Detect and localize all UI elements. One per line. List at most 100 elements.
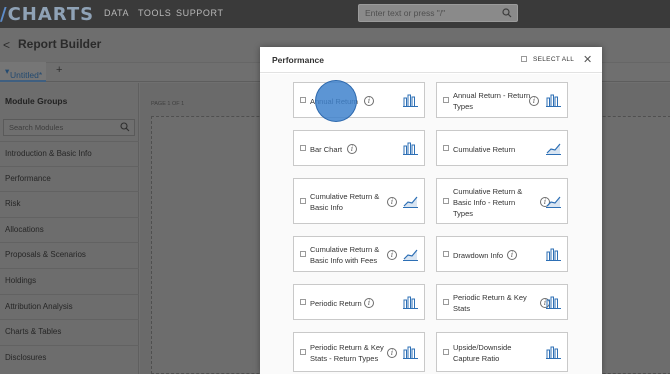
module-checkbox[interactable] (443, 299, 449, 305)
module-name-line: Basic Info (310, 203, 343, 212)
info-icon[interactable]: i (364, 96, 374, 106)
module-checkbox[interactable] (300, 349, 306, 355)
checkbox-box[interactable] (521, 56, 527, 62)
module-name: Periodic Return & Key Stats (453, 292, 527, 314)
module-checkbox[interactable] (443, 349, 449, 355)
module-card[interactable]: Cumulative Return & Basic Info with Fees i (293, 236, 425, 272)
sidebar-item-charts-tables[interactable]: Charts & Tables (0, 319, 139, 344)
module-name: Annual Return - Return Types (453, 90, 530, 112)
module-search-input[interactable]: Search Modules (3, 119, 135, 136)
module-name-line: Periodic Return (310, 298, 362, 308)
app-logo[interactable]: /CHARTS (0, 4, 94, 25)
module-name-line: Cumulative Return & (310, 192, 380, 201)
add-tab-button[interactable]: + (56, 64, 62, 76)
module-card[interactable]: Periodic Return & Key Stats - Return Type… (293, 332, 425, 372)
module-search-placeholder: Search Modules (9, 123, 64, 132)
bar-chart-icon (546, 248, 561, 266)
module-name: Bar Chart (310, 144, 342, 155)
module-name-line: Upside/Downside (453, 343, 512, 352)
modal-title: Performance (272, 55, 324, 65)
nav-tools[interactable]: TOOLS (138, 8, 171, 18)
close-icon[interactable]: ✕ (583, 53, 592, 66)
module-name-line: Drawdown Info (453, 250, 504, 260)
module-checkbox[interactable] (443, 97, 449, 103)
select-all-label: SELECT ALL (533, 56, 575, 63)
modal-body (260, 74, 602, 374)
module-name-line: Basic Info - Return (453, 197, 516, 207)
bar-chart-icon (546, 94, 561, 112)
module-card[interactable]: Annual Returni (293, 82, 425, 118)
bar-chart-icon (546, 296, 561, 314)
sidebar-item-disclosures[interactable]: Disclosures (0, 345, 139, 370)
page-label: PAGE 1 OF 1 (151, 101, 185, 107)
logo-text: CHARTS (7, 4, 95, 25)
search-icon[interactable] (120, 122, 130, 132)
bar-chart-icon (403, 296, 418, 314)
module-checkbox[interactable] (443, 145, 449, 151)
module-name-line: Cumulative Return & (453, 186, 523, 196)
module-checkbox[interactable] (300, 299, 306, 305)
back-button[interactable]: < (3, 38, 10, 52)
module-card[interactable]: Annual Return - Return Types i (436, 82, 568, 118)
module-name-line: Annual Return - Return (453, 91, 531, 100)
info-icon[interactable]: i (347, 144, 357, 154)
logo-slash: / (0, 4, 8, 25)
module-name-line: Periodic Return & Key (310, 343, 384, 352)
sidebar-item-proposals[interactable]: Proposals & Scenarios (0, 242, 139, 267)
sidebar-item-risk[interactable]: Risk (0, 191, 139, 216)
module-card[interactable]: Cumulative Return & Basic Info i (293, 178, 425, 224)
module-card[interactable]: Periodic Return i (293, 284, 425, 320)
nav-support[interactable]: SUPPORT (176, 8, 224, 18)
modal-header: Performance SELECT ALL ✕ (260, 47, 602, 73)
module-name: Cumulative Return & Basic Info with Fees (310, 244, 379, 266)
module-name-line: Types (453, 102, 474, 111)
info-icon[interactable]: i (529, 96, 539, 106)
module-checkbox[interactable] (300, 97, 306, 103)
info-icon[interactable]: i (387, 197, 397, 207)
sidebar-item-holdings[interactable]: Holdings (0, 268, 139, 293)
line-chart-icon (546, 195, 561, 213)
module-card[interactable]: Cumulative Returni (436, 130, 568, 166)
global-search-placeholder: Enter text or press "/" (365, 8, 446, 18)
module-card[interactable]: Bar Chart i (293, 130, 425, 166)
sidebar-item-allocations[interactable]: Allocations (0, 217, 139, 242)
module-card[interactable]: Upside/DownsideCapture Ratioi (436, 332, 568, 372)
module-name: Cumulative Return (453, 144, 515, 155)
info-icon[interactable]: i (387, 348, 397, 358)
info-icon[interactable]: i (364, 298, 374, 308)
tab-untitled[interactable]: Untitled* ▾ (0, 62, 46, 82)
module-card[interactable]: Drawdown Info i (436, 236, 568, 272)
info-icon[interactable]: i (387, 250, 397, 260)
module-name-line: Cumulative Return & (310, 245, 380, 254)
module-name: Upside/Downside Capture Ratio (453, 342, 511, 364)
module-checkbox[interactable] (300, 251, 306, 257)
line-chart-icon (546, 142, 561, 160)
line-chart-icon (403, 195, 418, 213)
line-chart-icon (403, 248, 418, 266)
top-navbar: /CHARTS DATA TOOLS SUPPORT Enter text or… (0, 0, 670, 28)
module-name-line: Cumulative Return (453, 144, 516, 154)
info-icon[interactable]: i (507, 250, 517, 260)
module-checkbox[interactable] (443, 251, 449, 257)
global-search-input[interactable]: Enter text or press "/" (358, 4, 518, 22)
bar-chart-icon (403, 142, 418, 160)
module-name: Periodic Return & Key Stats - Return Type… (310, 342, 384, 364)
page-title: Report Builder (18, 37, 102, 51)
bar-chart-icon (403, 94, 418, 112)
nav-data[interactable]: DATA (104, 8, 129, 18)
module-checkbox[interactable] (300, 145, 306, 151)
module-name: Drawdown Info (453, 250, 503, 261)
module-name-line: Stats - Return Types (310, 354, 379, 363)
sidebar-item-intro[interactable]: Introduction & Basic Info (0, 141, 139, 166)
module-card[interactable]: Cumulative Return & Basic Info - Return Ty… (436, 178, 568, 224)
sidebar-item-performance[interactable]: Performance (0, 166, 139, 191)
module-checkbox[interactable] (300, 198, 306, 204)
module-name-line: Types (453, 208, 474, 218)
search-icon[interactable] (502, 8, 512, 18)
tab-label: Untitled* ▾ (5, 66, 43, 80)
module-checkbox[interactable] (443, 198, 449, 204)
module-card[interactable]: Periodic Return & Key Stats i (436, 284, 568, 320)
module-name-line: Capture Ratio (453, 354, 500, 363)
sidebar-item-attribution[interactable]: Attribution Analysis (0, 294, 139, 319)
module-name: Cumulative Return & Basic Info (310, 191, 379, 213)
